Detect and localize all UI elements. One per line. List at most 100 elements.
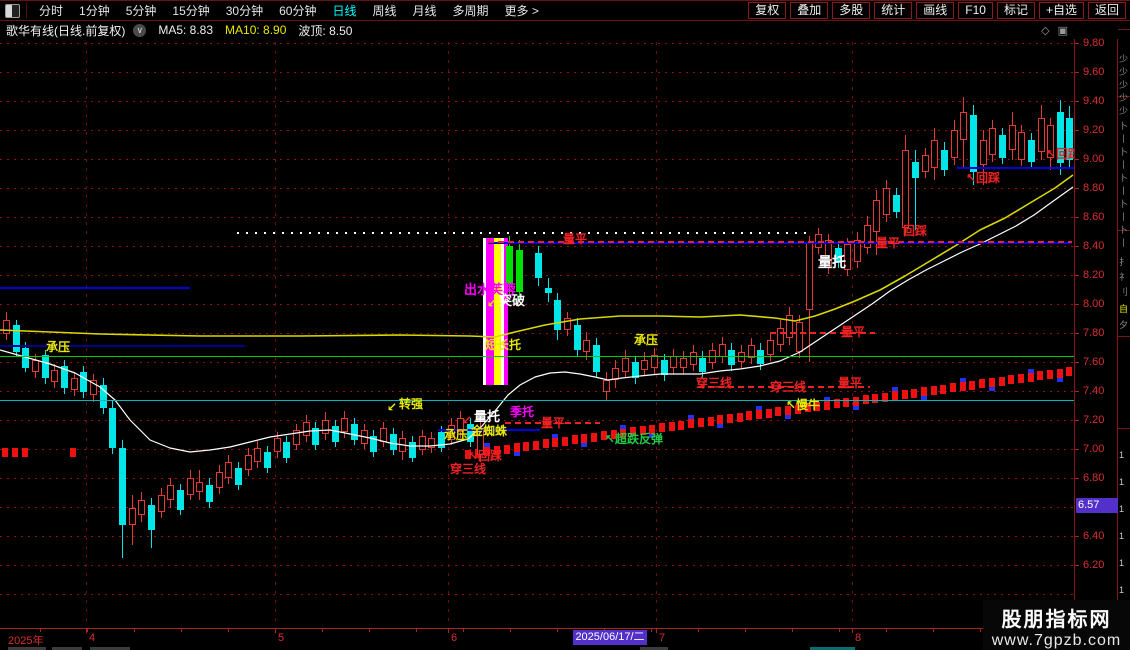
panel-number: 1 bbox=[1119, 531, 1125, 541]
panel-divider bbox=[1118, 336, 1130, 337]
candle bbox=[506, 246, 513, 284]
momentum-dot bbox=[669, 422, 675, 431]
momentum-dot-cap bbox=[484, 443, 490, 447]
candle bbox=[680, 358, 687, 368]
watermark-title: 股朋指标网 bbox=[1001, 609, 1112, 631]
panel-number: 1 bbox=[1119, 477, 1125, 487]
candle bbox=[3, 320, 10, 334]
signal-stripe bbox=[486, 238, 494, 385]
grid-hline bbox=[0, 188, 1074, 189]
price-label: 9.20 bbox=[1083, 124, 1105, 136]
price-label: 8.00 bbox=[1083, 298, 1105, 310]
price-label: 7.00 bbox=[1083, 443, 1105, 455]
candle bbox=[80, 372, 87, 392]
candle bbox=[1038, 118, 1045, 152]
candle bbox=[32, 360, 39, 372]
candle bbox=[235, 468, 242, 485]
candle bbox=[13, 325, 20, 352]
candle bbox=[922, 155, 929, 172]
momentum-dot bbox=[950, 383, 956, 392]
candle bbox=[728, 350, 735, 365]
minor-tick bbox=[181, 629, 182, 632]
price-tick bbox=[1075, 246, 1079, 247]
minor-tick bbox=[322, 629, 323, 632]
minor-tick bbox=[463, 629, 464, 632]
candle bbox=[390, 434, 397, 450]
candle bbox=[670, 356, 677, 368]
momentum-dot bbox=[892, 391, 898, 400]
grid-hline bbox=[0, 362, 1074, 363]
price-tick bbox=[1075, 188, 1079, 189]
panel-glyph: 刂 bbox=[1119, 287, 1129, 297]
price-label: 6.20 bbox=[1083, 559, 1105, 571]
candle bbox=[351, 424, 358, 440]
candle bbox=[71, 378, 78, 390]
grid-vline bbox=[448, 42, 449, 626]
momentum-dot bbox=[1028, 373, 1034, 382]
signal-label: 突破 bbox=[499, 293, 526, 308]
candle bbox=[999, 135, 1006, 158]
candle bbox=[245, 455, 252, 470]
candle bbox=[303, 422, 310, 436]
candle bbox=[883, 188, 890, 215]
signal-label: 量平 bbox=[541, 416, 566, 430]
signal-label: 转强 bbox=[399, 397, 424, 411]
candle bbox=[216, 472, 223, 488]
candle bbox=[51, 370, 58, 382]
candle bbox=[399, 438, 406, 452]
current-price-badge: 6.57 bbox=[1076, 498, 1118, 513]
price-tick bbox=[1075, 130, 1079, 131]
signal-label: 短长托 bbox=[485, 338, 522, 352]
signal-hline bbox=[957, 167, 1074, 169]
price-tick bbox=[1075, 333, 1079, 334]
price-tick bbox=[1075, 362, 1079, 363]
momentum-dot-cap bbox=[853, 406, 859, 410]
candle bbox=[90, 380, 97, 395]
momentum-dot bbox=[22, 448, 28, 457]
momentum-dot bbox=[824, 401, 830, 410]
price-label: 9.00 bbox=[1083, 153, 1105, 165]
k-line-chart[interactable]: 承压 承压 承压 短长托 出水芙蓉 ↙ 突破 量平 回踩 量平 量托 ↙ 量托 季托 量平 金蜘蛛 ↖回踩 穿三线… bbox=[0, 0, 1074, 628]
signal-label: ↖超跌反弹 bbox=[605, 432, 664, 446]
panel-number: 1 bbox=[1119, 585, 1125, 595]
momentum-dot bbox=[70, 448, 76, 457]
candle bbox=[912, 162, 919, 178]
grid-vline bbox=[86, 42, 87, 626]
momentum-dot bbox=[1037, 371, 1043, 380]
candle bbox=[361, 430, 368, 444]
momentum-dot-cap bbox=[581, 443, 587, 447]
price-label: 8.40 bbox=[1083, 240, 1105, 252]
momentum-dot bbox=[581, 434, 587, 443]
momentum-dot bbox=[562, 437, 568, 446]
momentum-dot bbox=[989, 378, 995, 387]
signal-label: ↖回踩 bbox=[468, 449, 503, 463]
panel-number: 1 bbox=[1119, 558, 1125, 568]
toolbar-button-返回[interactable]: 返回 bbox=[1087, 2, 1126, 19]
panel-divider bbox=[1118, 29, 1130, 30]
minor-tick bbox=[557, 629, 558, 632]
candle bbox=[177, 490, 184, 510]
candle bbox=[545, 288, 552, 293]
price-label: 8.80 bbox=[1083, 182, 1105, 194]
minor-tick bbox=[839, 629, 840, 632]
momentum-dot bbox=[533, 441, 539, 450]
signal-label: 量平 bbox=[876, 236, 901, 250]
momentum-dot bbox=[552, 438, 558, 447]
signal-label: ↖回踩 bbox=[966, 171, 1001, 185]
candle bbox=[593, 345, 600, 372]
candle bbox=[409, 442, 416, 458]
cropped-right-panel[interactable]: 少少少少少卜丨卜丨卜丨卜丨卜丨扌礻刂夕自1111111 bbox=[1118, 21, 1130, 646]
minor-tick bbox=[510, 629, 511, 632]
price-label: 6.80 bbox=[1083, 472, 1105, 484]
signal-label: ↙ bbox=[487, 296, 498, 310]
price-tick bbox=[1075, 420, 1079, 421]
watermark-url: www.7gpzb.com bbox=[991, 632, 1122, 649]
grid-hline bbox=[0, 536, 1074, 537]
momentum-dot bbox=[1018, 374, 1024, 383]
signal-label: ↖慢牛 bbox=[786, 398, 821, 412]
candle bbox=[970, 115, 977, 172]
signal-label: ↙ bbox=[387, 400, 398, 414]
candle bbox=[699, 358, 706, 372]
momentum-dot bbox=[969, 381, 975, 390]
minor-tick bbox=[933, 629, 934, 632]
